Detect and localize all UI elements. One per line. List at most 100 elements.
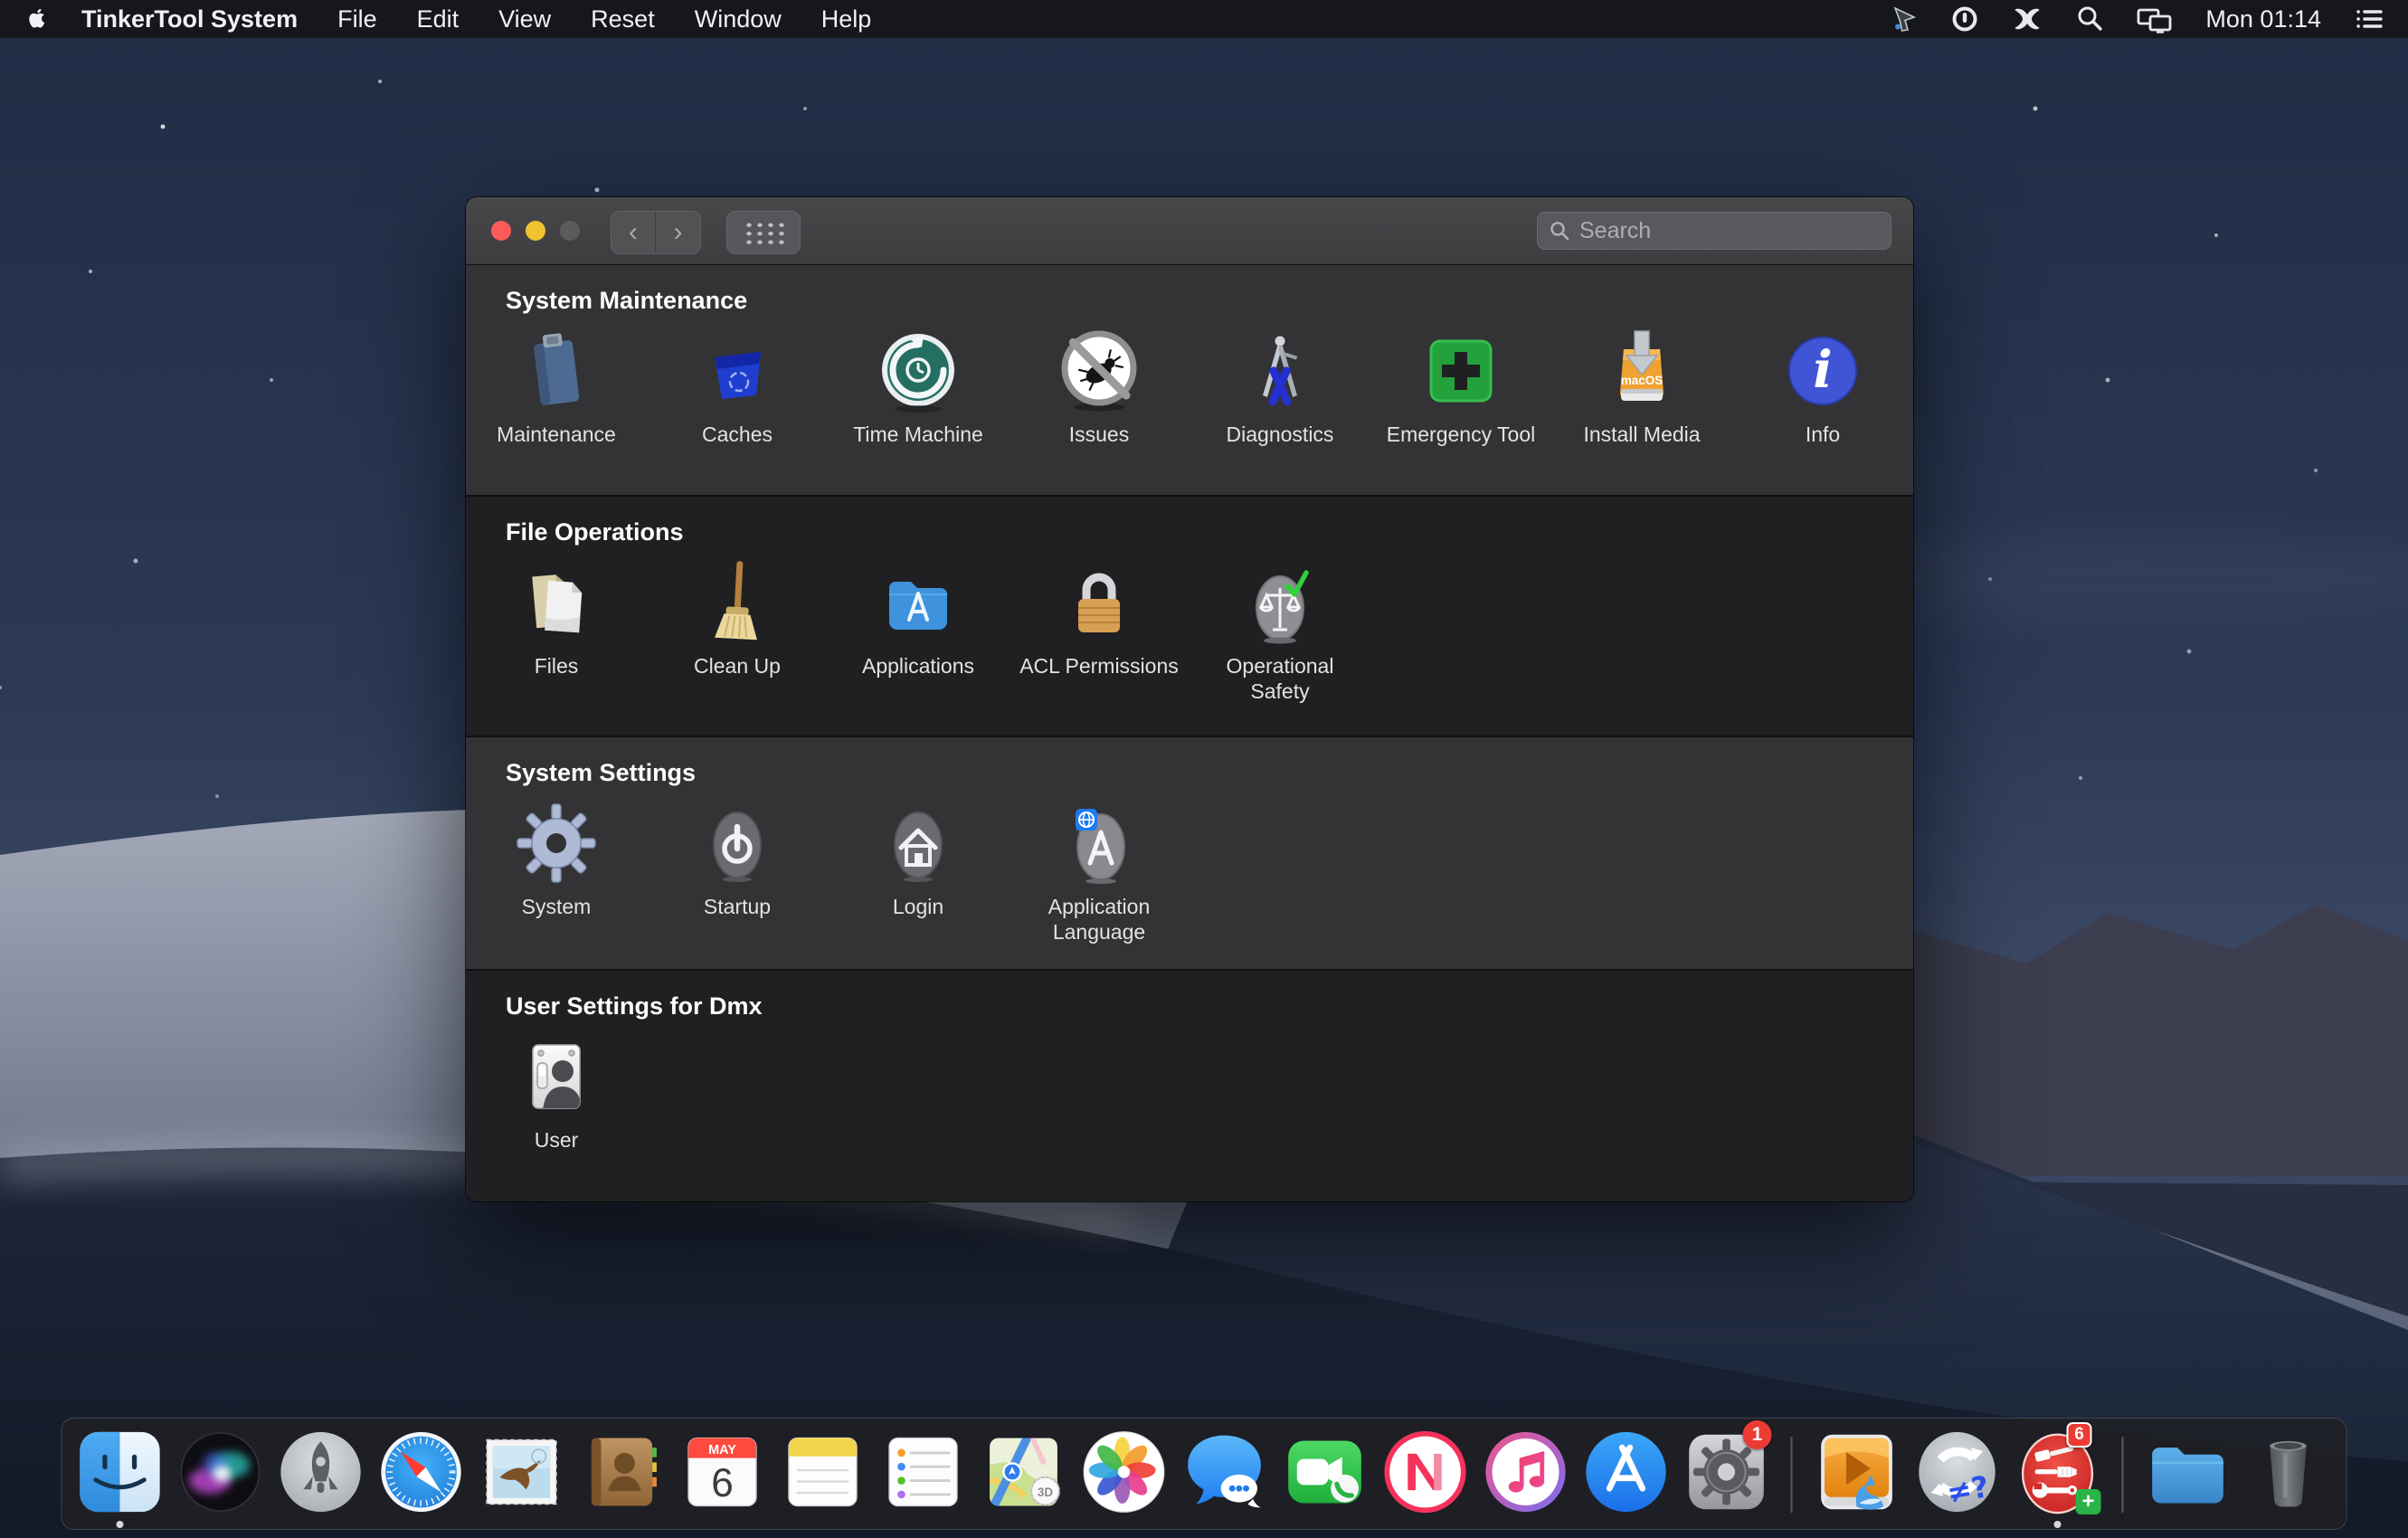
pane-item-label: Application Language: [1048, 895, 1151, 945]
dock-item-news[interactable]: [1380, 1420, 1471, 1529]
section-system-maintenance: System Maintenance Maintenance Caches Time …: [466, 265, 1913, 495]
apple-menu-icon[interactable]: [24, 4, 51, 34]
pane-item-label: System: [521, 895, 592, 918]
application-language-icon: [1056, 800, 1142, 887]
pane-item-maintenance[interactable]: Maintenance: [466, 328, 647, 447]
antivirus-x-icon[interactable]: [2012, 5, 2043, 33]
dock-item-reminders[interactable]: [878, 1420, 969, 1529]
dock-item-launchpad[interactable]: [276, 1420, 366, 1529]
dock-item-safari[interactable]: [376, 1420, 467, 1529]
menu-file[interactable]: File: [337, 5, 377, 33]
section-item-grid: Files Clean Up Applications ACL Permissions…: [466, 559, 1913, 704]
search-input[interactable]: [1578, 216, 1880, 245]
search-icon: [1550, 222, 1569, 241]
section-system-settings: System Settings System Startup Login Applica…: [466, 736, 1913, 969]
zoom-button-disabled: [560, 221, 580, 241]
dock-item-finder[interactable]: [75, 1420, 166, 1529]
pane-item-operational-safety[interactable]: Operational Safety: [1190, 559, 1370, 704]
pane-item-emergency-tool[interactable]: Emergency Tool: [1370, 328, 1551, 447]
chevron-right-icon: ›: [673, 217, 683, 247]
pane-item-acl-permissions[interactable]: ACL Permissions: [1009, 559, 1190, 704]
window-titlebar[interactable]: ‹ ›: [466, 197, 1913, 265]
notification-list-icon[interactable]: [2354, 5, 2384, 33]
dock-item-trash[interactable]: [2243, 1420, 2334, 1529]
dock-item-contacts[interactable]: [577, 1420, 668, 1529]
forward-button[interactable]: ›: [656, 212, 700, 253]
startup-icon: [694, 800, 781, 887]
dock-item-tinkertool-system[interactable]: 6 +: [2013, 1420, 2103, 1529]
menu-window[interactable]: Window: [695, 5, 782, 33]
applications-icon: [875, 559, 962, 646]
maintenance-icon: [513, 328, 600, 414]
pane-item-user[interactable]: User: [466, 1033, 647, 1153]
dock-item-downloads-folder[interactable]: [2143, 1420, 2233, 1529]
section-title: User Settings for Dmx: [506, 992, 763, 1020]
dock-divider: [2121, 1437, 2124, 1513]
spotlight-search-icon[interactable]: [2075, 5, 2104, 33]
app-menu-title[interactable]: TinkerTool System: [81, 5, 298, 33]
grid-view-icon: [742, 219, 785, 246]
pane-item-startup[interactable]: Startup: [647, 800, 828, 945]
pane-item-label: Emergency Tool: [1386, 422, 1536, 446]
window-content: System Maintenance Maintenance Caches Time …: [466, 265, 1913, 1201]
pane-item-clean-up[interactable]: Clean Up: [647, 559, 828, 704]
issues-icon: [1056, 328, 1142, 414]
menubar-clock[interactable]: Mon 01:14: [2205, 5, 2321, 33]
dock-item-mail[interactable]: [477, 1420, 567, 1529]
pane-item-time-machine[interactable]: Time Machine: [828, 328, 1009, 447]
pane-item-label: Operational Safety: [1226, 654, 1334, 704]
menu-view[interactable]: View: [498, 5, 551, 33]
svg-text:≠?: ≠?: [1944, 1469, 1991, 1510]
pane-item-applications[interactable]: Applications: [828, 559, 1009, 704]
pane-item-issues[interactable]: Issues: [1009, 328, 1190, 447]
pane-item-application-language[interactable]: Application Language: [1009, 800, 1190, 945]
menu-edit[interactable]: Edit: [417, 5, 460, 33]
power-circle-icon[interactable]: [1950, 5, 1979, 33]
dock-item-siri[interactable]: [175, 1420, 266, 1529]
dock-item-notes[interactable]: [778, 1420, 868, 1529]
menu-help[interactable]: Help: [821, 5, 872, 33]
pane-item-label: Time Machine: [853, 422, 983, 446]
svg-text:3D: 3D: [1038, 1486, 1053, 1499]
pane-item-caches[interactable]: Caches: [647, 328, 828, 447]
dock-item-photos[interactable]: [1079, 1420, 1170, 1529]
pane-item-login[interactable]: Login: [828, 800, 1009, 945]
caches-icon: [694, 328, 781, 414]
dock-item-system-preferences[interactable]: 1: [1682, 1420, 1772, 1529]
dock-item-messages[interactable]: [1180, 1420, 1270, 1529]
section-file-operations: File Operations Files Clean Up Applications…: [466, 495, 1913, 736]
dock-item-facetime[interactable]: [1280, 1420, 1370, 1529]
section-user-settings-for-dmx: User Settings for Dmx User: [466, 969, 1913, 1201]
minimize-button[interactable]: [526, 221, 545, 241]
dock-item-calendar[interactable]: MAY 6: [678, 1420, 768, 1529]
dock-item-media-converter[interactable]: [1812, 1420, 1902, 1529]
pane-item-label: Files: [534, 654, 579, 678]
svg-text:macOS: macOS: [1621, 374, 1664, 387]
dock-item-sync-utility[interactable]: ≠?: [1912, 1420, 2003, 1529]
pane-item-info[interactable]: i Info: [1732, 328, 1913, 447]
history-nav: ‹ ›: [611, 211, 701, 254]
menu-list: File Edit View Reset Window Help: [337, 5, 871, 33]
close-button[interactable]: [491, 221, 511, 241]
dock-divider: [1790, 1437, 1793, 1513]
emergency-tool-icon: [1417, 328, 1504, 414]
pane-item-label: Login: [892, 895, 944, 918]
running-indicator: [116, 1521, 124, 1528]
pointer-tool-icon[interactable]: [1889, 5, 1918, 33]
pane-item-system[interactable]: System: [466, 800, 647, 945]
pane-item-install-media[interactable]: macOS Install Media: [1551, 328, 1732, 447]
dock-item-maps[interactable]: 3D: [979, 1420, 1069, 1529]
back-button[interactable]: ‹: [611, 212, 656, 253]
dock-item-itunes[interactable]: [1481, 1420, 1571, 1529]
pane-item-label: Diagnostics: [1226, 422, 1334, 446]
pane-item-label: User: [534, 1128, 579, 1152]
pane-item-files[interactable]: Files: [466, 559, 647, 704]
install-media-icon: macOS: [1598, 328, 1685, 414]
screen-mirroring-icon[interactable]: [2137, 5, 2173, 33]
pane-item-label: ACL Permissions: [1019, 654, 1179, 678]
show-all-panes-button[interactable]: [726, 211, 801, 254]
dock-item-app-store[interactable]: [1581, 1420, 1672, 1529]
pane-item-diagnostics[interactable]: Diagnostics: [1190, 328, 1370, 447]
info-icon: i: [1779, 328, 1866, 414]
menu-reset[interactable]: Reset: [591, 5, 655, 33]
